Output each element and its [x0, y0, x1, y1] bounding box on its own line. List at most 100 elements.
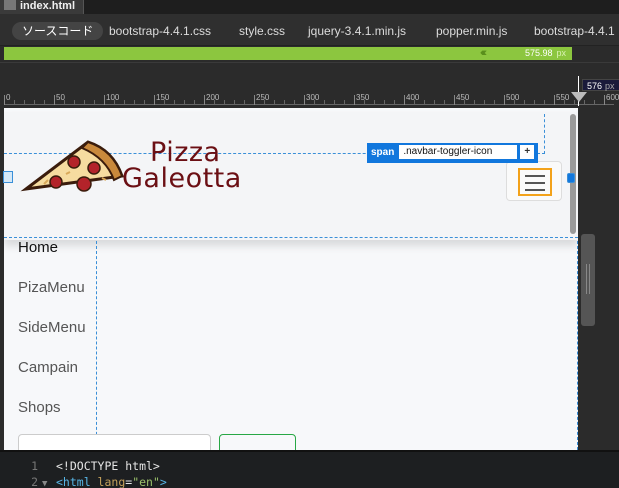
ruler-minor-tick: [544, 100, 545, 105]
ruler-minor-tick: [164, 100, 165, 105]
viewport-resize-handle-icon[interactable]: [571, 92, 587, 102]
ruler-minor-tick: [344, 100, 345, 105]
navbar: Pizza Galeotta: [4, 112, 578, 240]
code-view[interactable]: 1 <!DOCTYPE html> 2 ▼ <html lang="en">: [0, 450, 619, 488]
ruler-tick-label: 350: [356, 93, 370, 102]
media-query-unit: px: [556, 48, 566, 58]
add-class-button[interactable]: +: [520, 145, 535, 159]
ruler-minor-tick: [334, 100, 335, 105]
ruler-minor-tick: [564, 100, 565, 105]
ruler-minor-tick: [84, 100, 85, 105]
related-file-source-code[interactable]: ソースコード: [12, 22, 104, 40]
ruler-minor-tick: [414, 100, 415, 105]
ruler-minor-tick: [234, 100, 235, 105]
ruler-minor-tick: [274, 100, 275, 105]
ruler-minor-tick: [194, 100, 195, 105]
ruler-minor-tick: [124, 100, 125, 105]
related-file-jquery[interactable]: jquery-3.4.1.min.js: [308, 22, 406, 40]
related-file-popper[interactable]: popper.min.js: [436, 22, 507, 40]
menu-item-campain[interactable]: Campain: [18, 359, 78, 376]
related-file-bootstrap-js[interactable]: bootstrap-4.4.1: [534, 22, 615, 40]
ruler-tick: [604, 95, 605, 105]
ruler-tick-label: 100: [106, 93, 120, 102]
collapsed-menu: Home PizaMenu SideMenu Campain Shops: [4, 239, 578, 450]
media-query-value: 575.98: [524, 48, 553, 58]
brand-name[interactable]: Pizza Galeotta: [122, 139, 242, 194]
ruler-minor-tick: [324, 100, 325, 105]
ruler-tick: [304, 95, 305, 105]
ruler-minor-tick: [214, 100, 215, 105]
search-button[interactable]: [219, 434, 296, 450]
ruler-tick-label: 450: [456, 93, 470, 102]
ruler-tick: [204, 95, 205, 105]
viewport-width-value: 576: [587, 81, 603, 91]
html-file-icon: [4, 0, 16, 10]
code-line[interactable]: 2 ▼ <html lang="en">: [0, 474, 167, 488]
related-files-bar: ソースコード bootstrap-4.4.1.css style.css jqu…: [0, 14, 619, 46]
ruler-minor-tick: [474, 100, 475, 105]
hamburger-bar: [525, 189, 545, 191]
media-query-label: 575.98 px: [525, 47, 566, 60]
ruler-tick: [254, 95, 255, 105]
selection-handle-left[interactable]: [3, 171, 13, 183]
code-token: >: [159, 475, 167, 488]
ruler-tick-label: 300: [306, 93, 320, 102]
brand-line-2: Galeotta: [122, 163, 242, 194]
ruler-minor-tick: [74, 100, 75, 105]
ruler-minor-tick: [364, 100, 365, 105]
visual-media-query-bar: ‹‹‹‹‹‹ 575.98 px: [0, 46, 619, 62]
ruler-tick-label: 400: [406, 93, 420, 102]
ruler-minor-tick: [34, 100, 35, 105]
ruler-minor-tick: [144, 100, 145, 105]
ruler-minor-tick: [24, 100, 25, 105]
ruler-minor-tick: [94, 100, 95, 105]
menu-item-pizamenu[interactable]: PizaMenu: [18, 279, 85, 296]
chevrons-left-icon: ‹‹‹‹‹‹: [480, 47, 487, 59]
hamburger-bar: [525, 175, 545, 177]
media-query-range[interactable]: ‹‹‹‹‹‹ 575.98 px: [4, 47, 572, 60]
ruler-minor-tick: [444, 100, 445, 105]
ruler-tick-label: 0: [6, 93, 11, 102]
ruler-minor-tick: [184, 100, 185, 105]
menu-item-home[interactable]: Home: [18, 239, 58, 256]
fold-toggle-icon[interactable]: ▼: [42, 476, 56, 488]
ruler-tick-label: 500: [506, 93, 520, 102]
document-tab-bar: index.html: [0, 0, 619, 14]
ruler-tick: [554, 95, 555, 105]
ruler-minor-tick: [174, 100, 175, 105]
ruler-minor-tick: [384, 100, 385, 105]
ruler-tick-label: 150: [156, 93, 170, 102]
class-name-field[interactable]: .navbar-toggler-icon: [399, 145, 518, 159]
ruler-tick: [404, 95, 405, 105]
ruler-tick-label: 200: [206, 93, 220, 102]
search-input[interactable]: [18, 434, 211, 450]
resize-grip-icon[interactable]: [581, 234, 595, 326]
grip-line: [586, 264, 587, 294]
navbar-toggler-button[interactable]: [506, 161, 562, 201]
ruler-tick: [354, 95, 355, 105]
ruler-tick-label: 600: [606, 93, 619, 102]
ruler-minor-tick: [134, 100, 135, 105]
code-token: <!DOCTYPE html>: [56, 459, 160, 473]
related-file-bootstrap-css[interactable]: bootstrap-4.4.1.css: [109, 22, 211, 40]
ruler-minor-tick: [314, 100, 315, 105]
line-number: 1: [31, 459, 38, 473]
horizontal-ruler: 0 50 100 150 200 250 300 350 400 450 500 550 600: [0, 78, 619, 106]
hamburger-icon[interactable]: [518, 168, 552, 196]
hamburger-bar: [525, 182, 545, 184]
ruler-tick: [154, 95, 155, 105]
code-line[interactable]: 1 <!DOCTYPE html>: [0, 458, 160, 474]
ruler-minor-tick: [294, 100, 295, 105]
related-file-style-css[interactable]: style.css: [239, 22, 285, 40]
element-display-badge: span .navbar-toggler-icon +: [367, 143, 539, 163]
selection-handle-right[interactable]: [567, 173, 575, 183]
ruler-minor-tick: [114, 100, 115, 105]
code-token: "en": [132, 475, 160, 488]
document-tab[interactable]: index.html: [0, 0, 85, 14]
menu-item-shops[interactable]: Shops: [18, 399, 61, 416]
ruler-minor-tick: [14, 100, 15, 105]
menu-item-sidemenu[interactable]: SideMenu: [18, 319, 86, 336]
ruler-minor-tick: [424, 100, 425, 105]
viewport-width-readout: 576 px: [582, 79, 619, 91]
toolbar-separator: [0, 62, 619, 77]
